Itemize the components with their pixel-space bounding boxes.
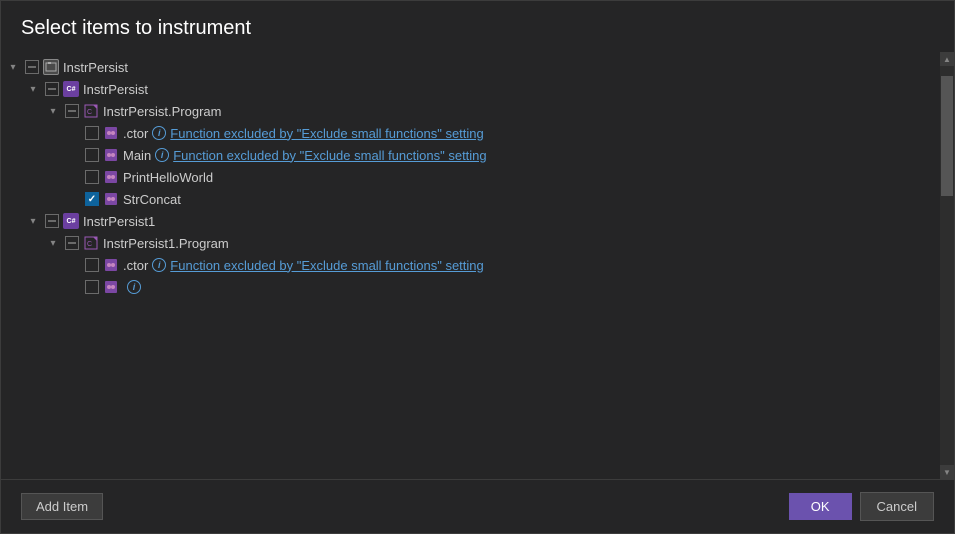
scroll-up-arrow[interactable]: ▲ xyxy=(940,52,954,66)
tree-item-checkbox[interactable] xyxy=(65,236,79,250)
scrollbar[interactable]: ▲ ▼ xyxy=(940,52,954,479)
tree-item-label: .ctor xyxy=(123,258,148,273)
tree-item-checkbox[interactable] xyxy=(25,60,39,74)
expander-icon[interactable]: ▾ xyxy=(25,81,41,97)
dialog-body: ▾ InstrPersist▾C#InstrPersist▾ C InstrPe… xyxy=(1,52,954,479)
tree-item-checkbox[interactable] xyxy=(85,170,99,184)
method-icon xyxy=(103,191,119,207)
add-item-button[interactable]: Add Item xyxy=(21,493,103,520)
method-icon xyxy=(103,147,119,163)
scrollbar-track[interactable] xyxy=(940,66,954,465)
method-icon xyxy=(103,169,119,185)
scroll-down-arrow[interactable]: ▼ xyxy=(940,465,954,479)
csharp-project-icon: C# xyxy=(63,81,79,97)
tree-item[interactable]: ▾ C InstrPersist.Program xyxy=(1,100,940,122)
dialog-footer: Add Item OK Cancel xyxy=(1,479,954,533)
tree-item-label: InstrPersist1 xyxy=(83,214,155,229)
tree-item-checkbox[interactable] xyxy=(45,82,59,96)
expander-icon[interactable]: ▾ xyxy=(45,103,61,119)
info-icon[interactable]: i xyxy=(152,258,166,272)
excluded-link[interactable]: Function excluded by "Exclude small func… xyxy=(170,126,483,141)
tree-item[interactable]: ▾ PrintHelloWorld xyxy=(1,166,940,188)
method-icon xyxy=(103,125,119,141)
method-icon xyxy=(103,279,119,295)
tree-item[interactable]: ▾ InstrPersist xyxy=(1,56,940,78)
tree-item[interactable]: ▾ C# InstrPersist1 xyxy=(1,210,940,232)
tree-item-checkbox[interactable] xyxy=(85,148,99,162)
tree-item-checkbox[interactable]: ✓ xyxy=(85,192,99,206)
tree-item-label: InstrPersist.Program xyxy=(103,104,221,119)
tree-area[interactable]: ▾ InstrPersist▾C#InstrPersist▾ C InstrPe… xyxy=(1,52,940,479)
expander-icon[interactable]: ▾ xyxy=(5,59,21,75)
solution-icon xyxy=(43,59,59,75)
class-icon: C xyxy=(83,103,99,119)
excluded-link[interactable]: Function excluded by "Exclude small func… xyxy=(170,258,483,273)
tree-item[interactable]: ▾✓ StrConcat xyxy=(1,188,940,210)
tree-item-label: Main xyxy=(123,148,151,163)
tree-item-label: PrintHelloWorld xyxy=(123,170,213,185)
tree-item-checkbox[interactable] xyxy=(85,258,99,272)
scrollbar-thumb[interactable] xyxy=(941,76,953,196)
expander-icon[interactable]: ▾ xyxy=(25,213,41,229)
svg-text:C: C xyxy=(87,109,92,116)
info-icon[interactable]: i xyxy=(127,280,141,294)
tree-item[interactable]: ▾ .ctoriFunction excluded by "Exclude sm… xyxy=(1,122,940,144)
tree-item-checkbox[interactable] xyxy=(45,214,59,228)
ok-button[interactable]: OK xyxy=(789,493,852,520)
csharp-project-icon: C# xyxy=(63,213,79,229)
tree-item[interactable]: ▾ C InstrPersist1.Program xyxy=(1,232,940,254)
tree-item-checkbox[interactable] xyxy=(85,126,99,140)
tree-item[interactable]: ▾ i xyxy=(1,276,940,298)
info-icon[interactable]: i xyxy=(152,126,166,140)
tree-item[interactable]: ▾ MainiFunction excluded by "Exclude sma… xyxy=(1,144,940,166)
tree-item-label: .ctor xyxy=(123,126,148,141)
dialog-title: Select items to instrument xyxy=(1,1,954,52)
tree-item-label: InstrPersist xyxy=(83,82,148,97)
class-icon: C xyxy=(83,235,99,251)
tree-item-checkbox[interactable] xyxy=(65,104,79,118)
tree-item-label: InstrPersist1.Program xyxy=(103,236,229,251)
tree-item[interactable]: ▾ C# InstrPersist xyxy=(1,78,940,100)
method-icon xyxy=(103,257,119,273)
tree-item-label: StrConcat xyxy=(123,192,181,207)
tree-item-label: InstrPersist xyxy=(63,60,128,75)
excluded-link[interactable]: Function excluded by "Exclude small func… xyxy=(173,148,486,163)
select-items-dialog: Select items to instrument ▾ InstrPersis… xyxy=(0,0,955,534)
expander-icon[interactable]: ▾ xyxy=(45,235,61,251)
tree-item[interactable]: ▾ .ctoriFunction excluded by "Exclude sm… xyxy=(1,254,940,276)
svg-text:C: C xyxy=(87,241,92,248)
info-icon[interactable]: i xyxy=(155,148,169,162)
cancel-button[interactable]: Cancel xyxy=(860,492,934,521)
tree-item-checkbox[interactable] xyxy=(85,280,99,294)
